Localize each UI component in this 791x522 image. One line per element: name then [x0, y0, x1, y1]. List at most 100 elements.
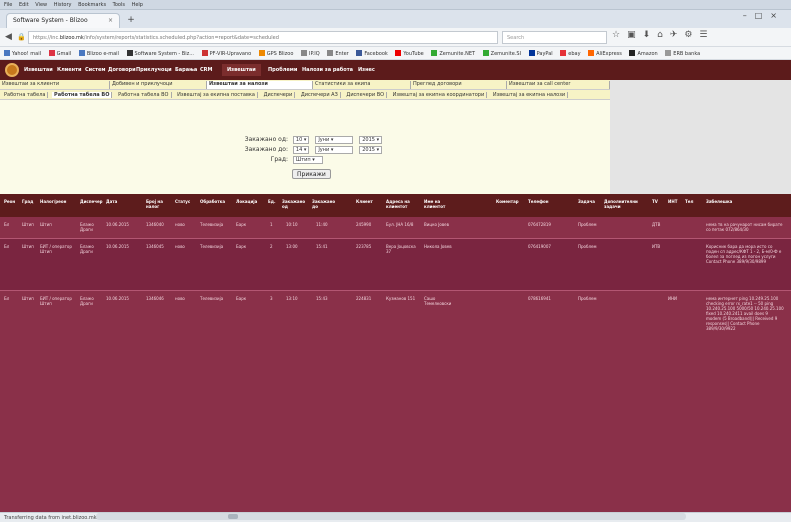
menu-view[interactable]: View: [35, 2, 47, 8]
city-select[interactable]: Штип ▾: [292, 156, 323, 164]
tab-contracts[interactable]: Преглед договори: [411, 81, 507, 89]
bookmark-item[interactable]: Yahoo! mail: [4, 50, 41, 57]
nav-item-active[interactable]: Извештаи: [222, 64, 261, 76]
report-subtabs: Работна табела Работна табела ВО Работна…: [0, 90, 610, 100]
nav-item[interactable]: Систем: [85, 67, 106, 73]
cell-tv: ДТВ: [652, 222, 661, 227]
cell-from: 10:10: [286, 222, 298, 227]
cell-client: 245990: [356, 222, 372, 227]
from-month-select[interactable]: Јуни ▾: [315, 136, 354, 144]
nav-item[interactable]: Проблеми: [268, 67, 297, 73]
close-tab-icon[interactable]: ×: [108, 17, 113, 24]
bookmark-item[interactable]: Blizoo e-mail: [78, 50, 119, 57]
side-panel: [610, 80, 791, 194]
bookmark-item[interactable]: YouTube: [395, 50, 424, 57]
subtab[interactable]: Извештај за екипна налози: [490, 92, 569, 98]
subtab[interactable]: Извештај за екипна поставка: [175, 92, 258, 98]
subtab[interactable]: Диспечери: [261, 92, 296, 98]
nav-item[interactable]: Барања: [175, 67, 197, 73]
subtab[interactable]: Диспечери АЗ: [298, 92, 341, 98]
new-tab-button[interactable]: +: [124, 14, 138, 26]
cell-date: 10.06.2015: [106, 222, 129, 227]
menu-help[interactable]: Help: [132, 2, 143, 8]
bookmark-item[interactable]: PayPal: [528, 50, 553, 57]
from-day-select[interactable]: 10 ▾: [292, 136, 310, 144]
table-row[interactable]: Бл Штип Штип Блажо Драги 10.06.2015 1346…: [0, 217, 791, 238]
toolbar-icons[interactable]: ☆▣⬇⌂✈⚙☰: [612, 30, 715, 40]
col-header: Клиент: [356, 199, 373, 204]
tab-order-reports[interactable]: Извештаи за налози: [207, 81, 313, 89]
nav-item[interactable]: Клиенти: [57, 67, 82, 73]
nav-item[interactable]: Извештаи: [24, 67, 53, 73]
cell-from: 13:00: [286, 244, 298, 249]
tab-client-reports[interactable]: Извештаи за клиенти: [0, 81, 110, 89]
bookmark-item[interactable]: ERB banka: [665, 50, 700, 57]
col-header: Дата: [106, 199, 118, 204]
menu-tools[interactable]: Tools: [113, 2, 125, 8]
from-row: Закажано од: 10 ▾ Јуни ▾ 2015 ▾: [230, 136, 386, 144]
to-month-select[interactable]: Јуни ▾: [315, 146, 354, 154]
table-row[interactable]: Бл Штип БИТ / оператор Штип Блажо Драги …: [0, 239, 791, 290]
url-bar[interactable]: https://inc.blizoo.mk/info/system/report…: [28, 31, 498, 44]
orders-table: Реон Град Налог/реон Диспечер Дата Број …: [0, 194, 791, 512]
menu-edit[interactable]: Edit: [19, 2, 29, 8]
to-day-select[interactable]: 14 ▾: [292, 146, 310, 154]
bookmark-item[interactable]: AliExpress: [588, 50, 622, 57]
browser-tab[interactable]: Software System - Blizoo ×: [6, 13, 120, 28]
subtab[interactable]: Работна табела ВО: [116, 92, 172, 98]
cell-status: ново: [175, 296, 185, 301]
horizontal-scrollbar[interactable]: [96, 513, 686, 520]
bookmark-item[interactable]: Enter: [327, 50, 349, 57]
scrollbar-thumb[interactable]: [228, 514, 238, 519]
back-icon[interactable]: ◀: [5, 32, 12, 42]
col-header: Локација: [236, 199, 258, 204]
cell-client: 224831: [356, 296, 372, 301]
bookmark-item[interactable]: ebay: [560, 50, 581, 57]
tab-connections[interactable]: Добивен и приклучоци: [110, 81, 207, 89]
search-input[interactable]: Search: [502, 31, 607, 44]
col-header: Закажано до: [312, 199, 336, 209]
bookmark-item[interactable]: Gmail: [48, 50, 71, 57]
bookmark-item[interactable]: Zemunite.NET: [431, 50, 475, 57]
bookmark-item[interactable]: IP.IQ: [301, 50, 320, 57]
menu-file[interactable]: File: [4, 2, 12, 8]
subtab[interactable]: Диспечери ВО: [344, 92, 388, 98]
nav-item[interactable]: CRM: [200, 67, 213, 73]
bookmark-item[interactable]: PF-VIR-Upravano: [201, 50, 251, 57]
cell-processing: Телевизија: [200, 244, 224, 249]
cell-to: 11:40: [316, 222, 328, 227]
from-year-select[interactable]: 2015 ▾: [359, 136, 383, 144]
nav-item[interactable]: Договори: [108, 67, 136, 73]
menu-bookmarks[interactable]: Bookmarks: [78, 2, 106, 8]
col-header: Ед.: [268, 199, 276, 204]
table-row[interactable]: Бл Штип БИТ / оператор Штип Блажо Драги …: [0, 291, 791, 511]
show-button[interactable]: Прикажи: [292, 169, 331, 179]
cell-reon: Бл: [4, 222, 10, 227]
nav-item[interactable]: Приклучоци: [136, 67, 172, 73]
bookmark-item[interactable]: Zemunite.SI: [482, 50, 521, 57]
subtab[interactable]: Извештај за екипна координатори: [390, 92, 488, 98]
bookmark-item[interactable]: Facebook: [356, 50, 388, 57]
nav-item[interactable]: Налози за работа: [302, 67, 353, 73]
cell-name: Вицко Јовев: [424, 222, 450, 227]
cell-to: 15:43: [316, 296, 328, 301]
subtab[interactable]: Работна табела: [2, 92, 49, 98]
tab-call-center[interactable]: Извештаи за call center: [507, 81, 610, 89]
window-controls[interactable]: –□×: [743, 11, 785, 20]
col-header: Коментар: [496, 199, 519, 204]
col-header: Број на налог: [146, 199, 163, 209]
bookmark-item[interactable]: GPS Blizoo: [258, 50, 293, 57]
bookmark-item[interactable]: Software System - Biz...: [126, 50, 194, 57]
bookmark-item[interactable]: Amazon: [629, 50, 658, 57]
cell-unit: 1: [270, 222, 273, 227]
cell-phone: 078616941: [528, 296, 551, 301]
col-header: Телефон: [528, 199, 549, 204]
nav-item[interactable]: Изнес: [358, 67, 375, 73]
cell-dispatcher: Блажо Драги: [80, 244, 94, 254]
menu-history[interactable]: History: [54, 2, 72, 8]
tab-team-stats[interactable]: Статистики за екипа: [313, 81, 411, 89]
subtab-selected[interactable]: Работна табела ВО: [52, 92, 113, 98]
cell-location: Барк: [236, 244, 247, 249]
cell-status: ново: [175, 244, 185, 249]
to-year-select[interactable]: 2015 ▾: [359, 146, 383, 154]
